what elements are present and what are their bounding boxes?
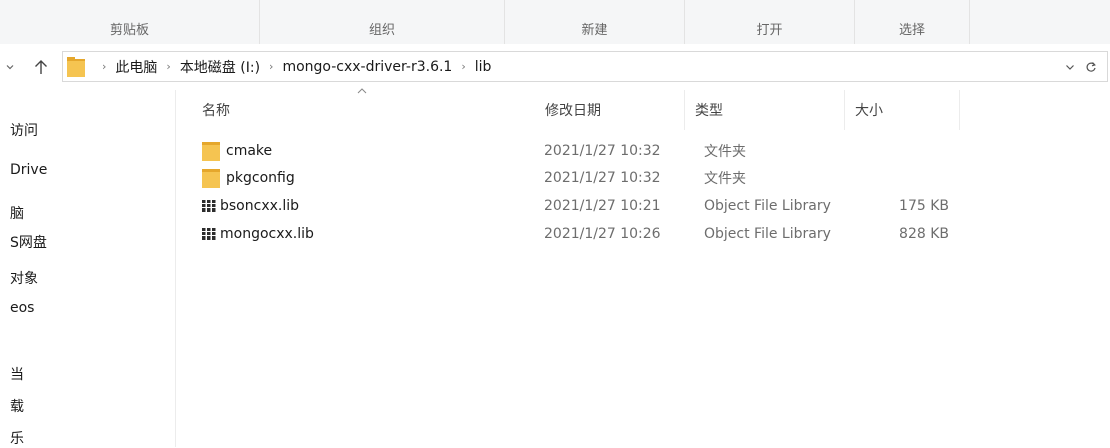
nav-item-this-pc[interactable]: 脑 — [10, 203, 24, 223]
breadcrumb-separator-icon[interactable]: › — [166, 60, 170, 73]
ribbon-group-organize[interactable]: 组织 — [260, 0, 505, 44]
column-header-type-label: 类型 — [695, 103, 723, 119]
refresh-icon — [1086, 61, 1096, 72]
breadcrumb-local-disk[interactable]: 本地磁盘 (I:) — [180, 57, 260, 77]
ribbon-label-clipboard: 剪贴板 — [109, 23, 149, 38]
nav-item-music[interactable]: 乐 — [10, 428, 24, 448]
file-type: 文件夹 — [704, 170, 746, 187]
file-name: cmake — [226, 142, 273, 159]
file-size — [859, 137, 949, 164]
file-name-cell: bsoncxx.lib — [202, 192, 299, 219]
column-header-modified-label: 修改日期 — [545, 103, 601, 119]
column-header-size-label: 大小 — [855, 103, 883, 119]
column-header-name-label: 名称 — [202, 103, 230, 119]
arrow-up-icon — [35, 60, 47, 74]
file-row[interactable]: pkgconfig 2021/1/27 10:32 文件夹 — [196, 164, 976, 191]
breadcrumb-separator-icon[interactable]: › — [102, 60, 106, 73]
ribbon-label-new: 新建 — [581, 23, 608, 38]
address-bar-row: › 此电脑 › 本地磁盘 (I:) › mongo-cxx-driver-r3.… — [0, 50, 1110, 84]
refresh-button[interactable] — [1085, 52, 1103, 81]
nav-item-quick-access[interactable]: 访问 — [10, 120, 38, 140]
up-button[interactable] — [28, 50, 54, 84]
file-name: bsoncxx.lib — [220, 197, 300, 214]
file-name-cell: mongocxx.lib — [202, 220, 314, 247]
chevron-down-icon — [1066, 64, 1074, 70]
file-size: 175 KB — [899, 197, 949, 214]
file-modified: 2021/1/27 10:32 — [544, 169, 661, 186]
folder-icon — [202, 141, 220, 161]
file-row[interactable]: cmake 2021/1/27 10:32 文件夹 — [196, 137, 976, 164]
file-modified: 2021/1/27 10:26 — [544, 225, 661, 242]
ribbon-label-open: 打开 — [756, 23, 783, 38]
ribbon-group-clipboard[interactable]: 剪贴板 — [0, 0, 260, 44]
column-header-name[interactable]: 名称 — [192, 90, 535, 130]
recent-locations-button[interactable] — [0, 50, 20, 84]
nav-item-documents[interactable]: 当 — [10, 364, 24, 384]
address-dropdown-button[interactable] — [1065, 52, 1081, 81]
breadcrumb-lib[interactable]: lib — [475, 59, 492, 75]
chevron-down-icon — [6, 65, 14, 70]
breadcrumb-this-pc[interactable]: 此电脑 — [115, 57, 157, 77]
ribbon-group-select[interactable]: 选择 — [855, 0, 970, 44]
folder-icon — [67, 57, 85, 77]
file-name: pkgconfig — [226, 169, 295, 186]
column-header-type[interactable]: 类型 — [685, 90, 845, 130]
ribbon-group-open[interactable]: 打开 — [685, 0, 855, 44]
navigation-pane: 访问 Drive 脑 S网盘 对象 eos ​ 当 载 乐 — [0, 90, 176, 447]
breadcrumb-mongo-driver[interactable]: mongo-cxx-driver-r3.6.1 — [282, 59, 452, 75]
breadcrumb-separator-icon[interactable]: › — [461, 60, 465, 73]
ribbon: 剪贴板 组织 新建 打开 选择 — [0, 0, 1110, 44]
file-name: mongocxx.lib — [220, 225, 314, 242]
file-type: 文件夹 — [704, 143, 746, 160]
ribbon-label-organize: 组织 — [368, 23, 395, 38]
nav-item-videos[interactable]: eos — [10, 300, 34, 316]
breadcrumb-separator-icon[interactable]: › — [269, 60, 273, 73]
library-file-icon — [202, 227, 216, 240]
column-header-modified[interactable]: 修改日期 — [535, 90, 685, 130]
file-modified: 2021/1/27 10:32 — [544, 142, 661, 159]
folder-icon — [202, 168, 220, 188]
file-modified: 2021/1/27 10:21 — [544, 197, 661, 214]
nav-item-downloads[interactable]: 载 — [10, 396, 24, 416]
file-name-cell: cmake — [202, 137, 272, 164]
breadcrumb: › 此电脑 › 本地磁盘 (I:) › mongo-cxx-driver-r3.… — [93, 52, 491, 81]
column-header-size[interactable]: 大小 — [845, 90, 960, 130]
file-type: Object File Library — [704, 197, 831, 214]
file-size — [859, 164, 949, 191]
nav-item-3d-objects[interactable]: 对象 — [10, 268, 38, 288]
library-file-icon — [202, 199, 216, 212]
nav-item-onedrive[interactable]: Drive — [10, 162, 47, 178]
address-box[interactable]: › 此电脑 › 本地磁盘 (I:) › mongo-cxx-driver-r3.… — [62, 51, 1108, 82]
column-headers: 名称 修改日期 类型 大小 — [176, 90, 1110, 130]
file-type: Object File Library — [704, 225, 831, 242]
ribbon-label-select: 选择 — [898, 23, 925, 38]
ribbon-group-new[interactable]: 新建 — [505, 0, 685, 44]
file-row[interactable]: mongocxx.lib 2021/1/27 10:26 Object File… — [196, 220, 976, 247]
file-name-cell: pkgconfig — [202, 164, 295, 191]
file-size: 828 KB — [899, 225, 949, 242]
file-row[interactable]: bsoncxx.lib 2021/1/27 10:21 Object File … — [196, 192, 976, 219]
nav-item-wps-drive[interactable]: S网盘 — [10, 232, 47, 252]
